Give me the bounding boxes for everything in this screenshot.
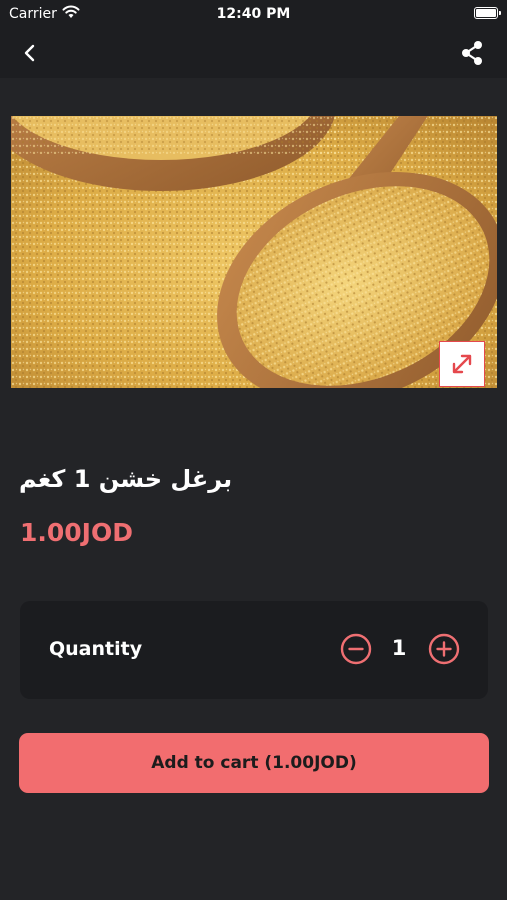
bulgur-photo (11, 116, 497, 388)
back-button[interactable] (18, 41, 42, 65)
quantity-value: 1 (391, 636, 407, 660)
quantity-card: Quantity 1 (20, 601, 488, 699)
status-bar: Carrier 12:40 PM (0, 0, 507, 28)
share-button[interactable] (459, 39, 485, 67)
expand-icon (452, 354, 472, 374)
expand-image-button[interactable] (439, 341, 485, 387)
product-title: برغل خشن 1 كغم (19, 465, 233, 493)
product-price: 1.00JOD (20, 518, 133, 547)
product-image[interactable] (11, 116, 497, 388)
clock: 12:40 PM (216, 6, 291, 22)
decrease-quantity-button[interactable] (340, 633, 372, 665)
increase-quantity-button[interactable] (428, 633, 460, 665)
battery-icon (474, 7, 501, 19)
quantity-label: Quantity (49, 638, 143, 660)
add-to-cart-label: Add to cart (1.00JOD) (151, 753, 357, 773)
nav-bar (0, 28, 507, 78)
add-to-cart-button[interactable]: Add to cart (1.00JOD) (19, 733, 489, 793)
